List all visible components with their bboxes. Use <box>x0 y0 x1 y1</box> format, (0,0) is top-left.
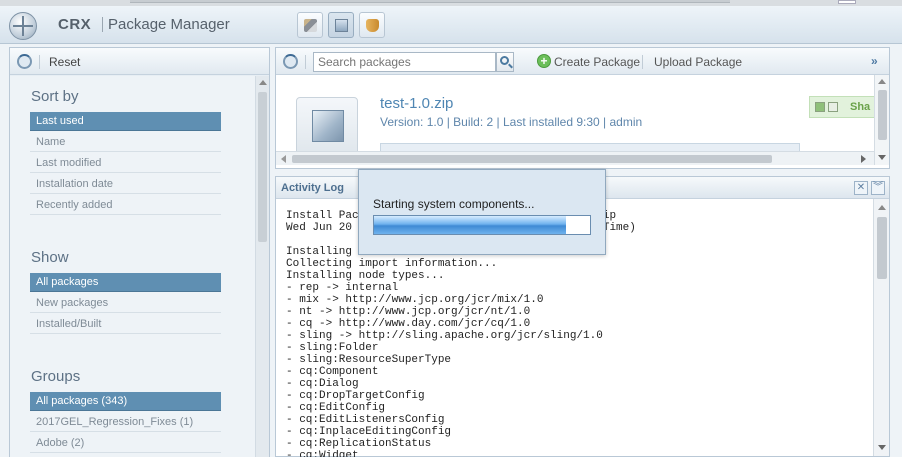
add-icon: + <box>537 54 551 68</box>
toolbar-separator <box>305 55 306 69</box>
reset-button[interactable]: Reset <box>49 55 80 69</box>
window-control[interactable] <box>838 0 856 4</box>
package-manager-window: CRX Package Manager Reset Sort by Last u… <box>0 0 902 457</box>
toolbar-separator <box>39 55 40 69</box>
progress-message: Starting system components... <box>373 197 535 211</box>
refresh-list-icon[interactable] <box>283 54 298 69</box>
package-vertical-scrollbar[interactable] <box>874 75 889 165</box>
toolbar-separator <box>642 55 643 69</box>
group-item-all[interactable]: All packages (343) <box>30 392 221 411</box>
share-status: Sha <box>809 96 879 118</box>
crx-logo-icon <box>9 12 37 40</box>
scrollbar-thumb[interactable] <box>878 90 887 140</box>
show-item-installed[interactable]: Installed/Built <box>30 315 221 334</box>
scroll-up-icon[interactable] <box>259 80 267 85</box>
share-button[interactable] <box>359 12 385 38</box>
share-label: Sha <box>850 101 871 113</box>
header-divider <box>102 17 103 32</box>
share-checkbox-icon[interactable] <box>815 102 825 112</box>
scroll-up-icon[interactable] <box>878 79 886 84</box>
show-item-all[interactable]: All packages <box>30 273 221 292</box>
show-item-new[interactable]: New packages <box>30 294 221 313</box>
progress-fill <box>374 216 566 234</box>
sort-item-installation-date[interactable]: Installation date <box>30 175 221 194</box>
package-list-panel: + Create Package Upload Package » test-1… <box>275 47 890 169</box>
scrollbar-thumb[interactable] <box>877 217 887 279</box>
share-checkbox-icon[interactable] <box>828 102 838 112</box>
share-icon <box>366 19 379 32</box>
scrollbar-thumb[interactable] <box>258 92 267 242</box>
sort-item-recently-added[interactable]: Recently added <box>30 196 221 215</box>
sort-item-last-modified[interactable]: Last modified <box>30 154 221 173</box>
log-scrollbar[interactable] <box>873 199 889 456</box>
package-cube-icon <box>312 110 344 142</box>
package-toolbar: + Create Package Upload Package » <box>276 48 889 75</box>
groups-heading: Groups <box>31 368 81 385</box>
search-icon <box>500 56 509 65</box>
filter-sidebar: Reset Sort by Last used Name Last modifi… <box>9 47 270 457</box>
sidebar-body: Sort by Last used Name Last modified Ins… <box>10 76 255 457</box>
brand-name: CRX <box>58 16 92 33</box>
collapse-log-icon[interactable]: ︾ <box>871 181 885 195</box>
upload-package-button[interactable]: Upload Package <box>654 55 742 69</box>
packages-button[interactable] <box>328 12 354 38</box>
scroll-down-icon[interactable] <box>878 155 886 160</box>
scroll-down-icon[interactable] <box>878 445 886 450</box>
expand-toolbar-icon[interactable]: » <box>871 54 878 68</box>
group-item-adobe[interactable]: Adobe (2) <box>30 434 221 453</box>
app-title: Package Manager <box>108 16 230 33</box>
scroll-right-icon[interactable] <box>861 155 866 163</box>
package-horizontal-scrollbar[interactable] <box>276 151 874 165</box>
app-header: CRX Package Manager <box>0 6 902 44</box>
scrollbar-thumb[interactable] <box>292 155 772 163</box>
progress-bar <box>373 215 591 235</box>
show-heading: Show <box>31 249 69 266</box>
package-thumbnail <box>296 97 358 157</box>
search-button[interactable] <box>496 52 514 72</box>
sort-item-last-used[interactable]: Last used <box>30 112 221 131</box>
search-input[interactable] <box>313 52 496 72</box>
refresh-icon[interactable] <box>17 54 32 69</box>
tools-icon <box>304 19 317 32</box>
sort-by-heading: Sort by <box>31 88 79 105</box>
scroll-up-icon[interactable] <box>878 205 886 210</box>
package-name-link[interactable]: test-1.0.zip <box>380 95 453 112</box>
tools-button[interactable] <box>297 12 323 38</box>
sidebar-toolbar: Reset <box>10 48 269 75</box>
package-icon <box>335 19 348 32</box>
clear-log-icon[interactable]: ✕ <box>854 181 868 195</box>
create-package-button[interactable]: Create Package <box>554 55 640 69</box>
sort-item-name[interactable]: Name <box>30 133 221 152</box>
package-meta: Version: 1.0 | Build: 2 | Last installed… <box>380 115 643 129</box>
sidebar-scrollbar[interactable] <box>255 76 269 457</box>
progress-dialog: Starting system components... <box>358 169 606 255</box>
scroll-left-icon[interactable] <box>281 155 286 163</box>
address-bar <box>130 0 730 3</box>
group-item-regression[interactable]: 2017GEL_Regression_Fixes (1) <box>30 413 221 432</box>
activity-log-title: Activity Log <box>281 182 344 194</box>
